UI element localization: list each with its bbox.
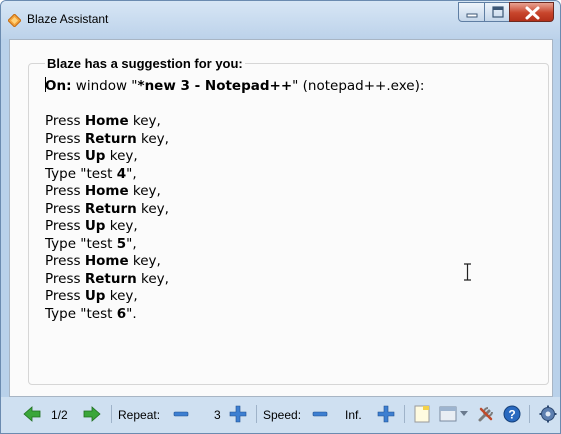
page-indicator: 1/2 xyxy=(51,408,68,422)
step-line: Press Home key, xyxy=(45,113,424,131)
step-suffix: key, xyxy=(105,218,138,234)
on-text-1: window " xyxy=(71,78,138,94)
suggestion-heading: Blaze has a suggestion for you: xyxy=(45,56,245,71)
window-title: Blaze Assistant xyxy=(27,12,109,26)
window-name: *new 3 - Notepad++ xyxy=(137,78,293,94)
step-key: 4 xyxy=(116,165,127,182)
speed-label: Speed: xyxy=(263,408,302,422)
step-line: Type "test 4", xyxy=(45,166,424,184)
step-prefix: Press xyxy=(45,148,85,164)
maximize-button[interactable] xyxy=(484,2,510,22)
step-key: Return xyxy=(84,130,137,147)
repeat-decrease-icon[interactable] xyxy=(173,407,189,421)
speed-value[interactable]: Inf. xyxy=(345,408,362,422)
toolbar-separator xyxy=(529,405,530,423)
svg-text:?: ? xyxy=(508,408,515,422)
step-prefix: Type "test xyxy=(45,305,117,322)
step-line: Press Return key, xyxy=(45,201,424,219)
step-suffix: key, xyxy=(136,270,169,287)
minimize-icon xyxy=(466,13,478,18)
blaze-assistant-window: Blaze Assistant Blaze has a suggestion f… xyxy=(0,0,561,434)
step-suffix: ". xyxy=(126,305,137,322)
step-prefix: Press xyxy=(45,253,85,269)
repeat-value[interactable]: 3 xyxy=(214,408,221,422)
step-line: Press Up key, xyxy=(45,218,424,236)
step-suffix: key, xyxy=(136,200,169,217)
bottom-toolbar: 1/2 Repeat: 3 Speed: Inf. ? xyxy=(1,397,560,433)
step-key: 5 xyxy=(116,235,127,252)
step-suffix: key, xyxy=(136,130,169,147)
step-key: Up xyxy=(84,148,106,164)
target-window-line: On: window "*new 3 - Notepad++" (notepad… xyxy=(45,77,424,96)
repeat-increase-icon[interactable] xyxy=(229,405,247,423)
step-key: Home xyxy=(84,183,129,199)
step-key: 6 xyxy=(116,305,127,322)
on-label: On: xyxy=(45,78,72,94)
step-line: Press Home key, xyxy=(45,253,424,271)
step-prefix: Press xyxy=(45,218,85,234)
step-suffix: key, xyxy=(128,113,161,129)
step-prefix: Press xyxy=(45,130,85,147)
ibeam-cursor-icon xyxy=(464,263,471,281)
tools-icon[interactable] xyxy=(477,405,495,423)
next-arrow-icon[interactable] xyxy=(83,406,101,422)
step-suffix: ", xyxy=(126,235,137,252)
close-icon xyxy=(525,6,540,20)
window-icon[interactable] xyxy=(439,405,457,423)
step-key: Up xyxy=(84,218,106,234)
note-icon[interactable] xyxy=(414,405,430,423)
step-suffix: key, xyxy=(128,183,161,199)
toolbar-separator xyxy=(111,405,112,423)
step-key: Up xyxy=(84,288,106,304)
step-line: Press Home key, xyxy=(45,183,424,201)
step-line: Press Return key, xyxy=(45,271,424,289)
step-prefix: Press xyxy=(45,288,85,304)
minimize-button[interactable] xyxy=(458,2,485,22)
step-suffix: key, xyxy=(105,288,138,304)
step-line: Type "test 6". xyxy=(45,306,424,324)
step-line: Press Return key, xyxy=(45,131,424,149)
settings-icon[interactable] xyxy=(539,405,557,423)
toolbar-separator xyxy=(404,405,405,423)
step-line: Type "test 5", xyxy=(45,236,424,254)
step-prefix: Press xyxy=(45,270,85,287)
step-suffix: key, xyxy=(105,148,138,164)
step-prefix: Type "test xyxy=(45,235,117,252)
speed-decrease-icon[interactable] xyxy=(312,407,328,421)
blaze-diamond-icon xyxy=(8,14,21,27)
step-line: Press Up key, xyxy=(45,148,424,166)
step-line: Press Up key, xyxy=(45,288,424,306)
suggestion-body: On: window "*new 3 - Notepad++" (notepad… xyxy=(45,77,424,323)
step-prefix: Press xyxy=(45,113,85,129)
dropdown-icon[interactable] xyxy=(460,411,468,417)
title-bar[interactable]: Blaze Assistant xyxy=(1,1,560,39)
step-prefix: Press xyxy=(45,200,85,217)
step-key: Home xyxy=(84,113,129,129)
help-icon[interactable]: ? xyxy=(503,405,521,423)
maximize-icon xyxy=(492,6,504,18)
step-key: Return xyxy=(84,200,137,217)
close-button[interactable] xyxy=(509,2,554,22)
step-suffix: ", xyxy=(126,165,137,182)
repeat-label: Repeat: xyxy=(118,408,161,422)
speed-increase-icon[interactable] xyxy=(377,405,395,423)
toolbar-separator xyxy=(256,405,257,423)
on-text-2: " (notepad++.exe): xyxy=(292,78,425,94)
prev-arrow-icon[interactable] xyxy=(23,406,41,422)
step-prefix: Press xyxy=(45,183,85,199)
step-suffix: key, xyxy=(128,253,161,269)
step-prefix: Type "test xyxy=(45,165,117,182)
step-key: Return xyxy=(84,270,137,287)
step-key: Home xyxy=(84,253,129,269)
